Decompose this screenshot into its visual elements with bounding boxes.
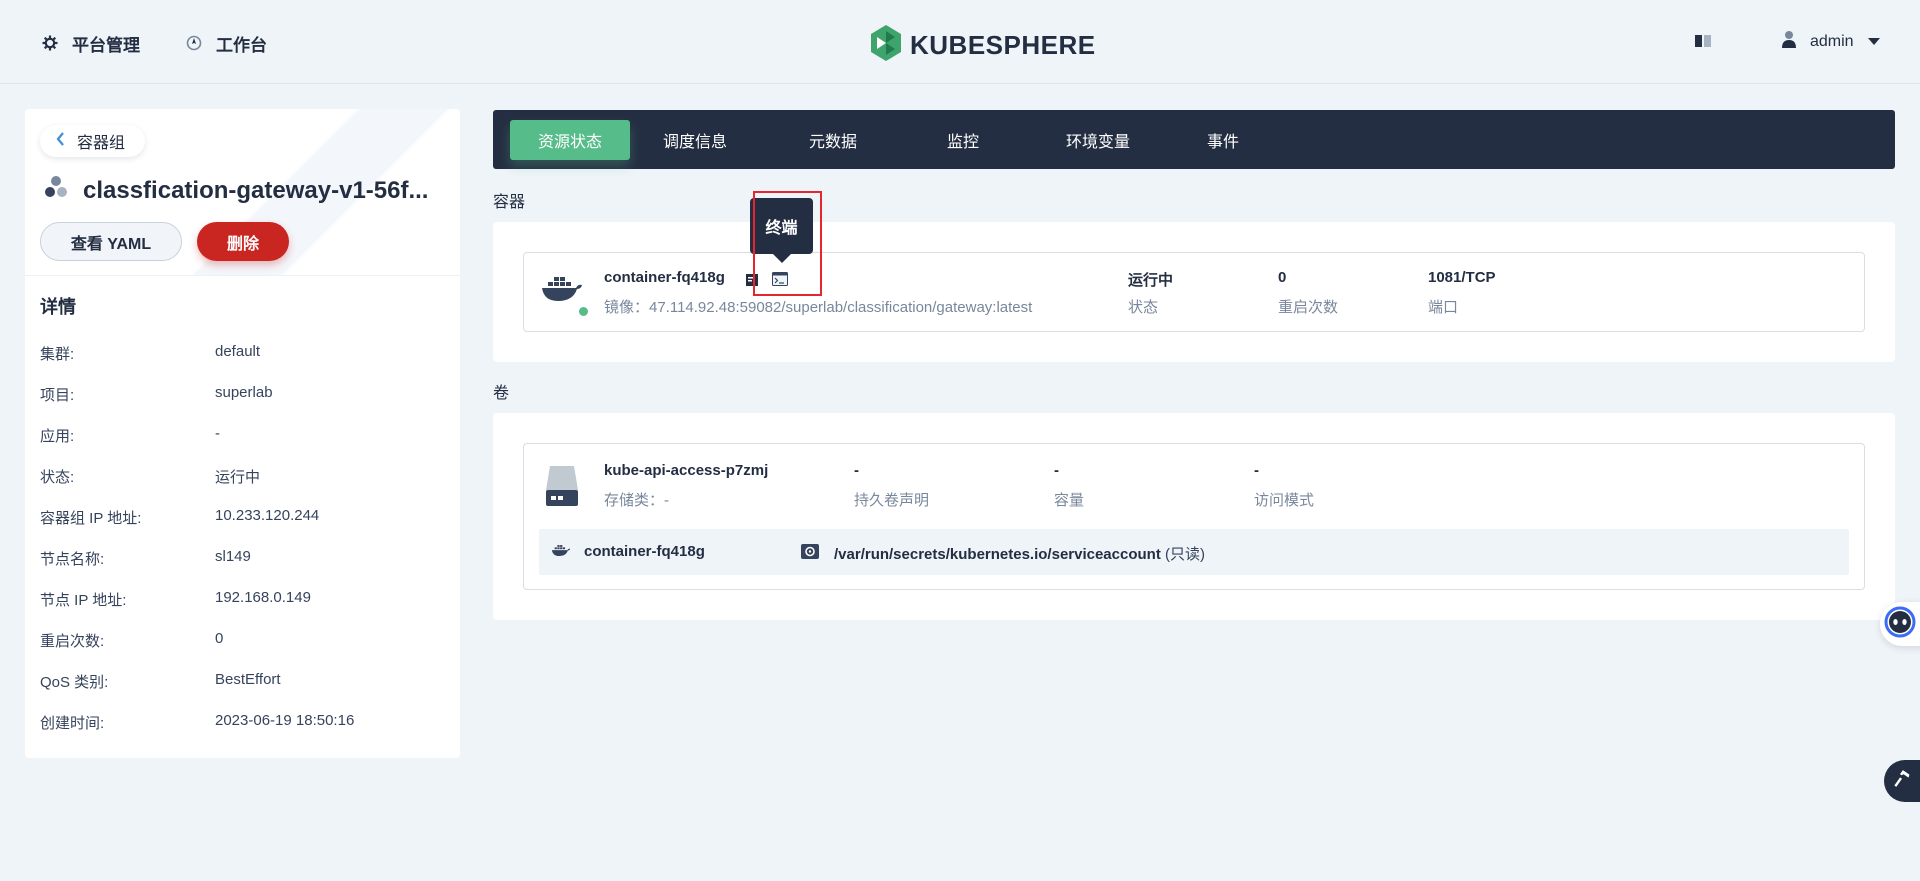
- container-port-label: 端口: [1428, 299, 1459, 316]
- containers-section-title: 容器: [493, 194, 526, 211]
- volume-name: kube-api-access-p7zmj: [604, 462, 769, 479]
- capacity-value: -: [1054, 462, 1059, 479]
- access-mode-value: -: [1254, 462, 1259, 479]
- kubesphere-logo[interactable]: KUBESPHERE: [870, 25, 1096, 65]
- container-item[interactable]: container-fq418g 镜像：47.114.92.48:59082/s…: [523, 252, 1865, 332]
- detail-value: -: [215, 425, 220, 442]
- gear-icon: [42, 35, 58, 51]
- robot-icon: [1884, 606, 1916, 642]
- detail-value: sl149: [215, 548, 251, 565]
- volume-storage-class: 存储类：-: [604, 492, 669, 509]
- detail-key: 节点 IP 地址:: [40, 592, 127, 609]
- detail-key: 项目:: [40, 387, 75, 404]
- detail-value: superlab: [215, 384, 273, 401]
- capacity-label: 容量: [1054, 492, 1085, 509]
- pod-header: 容器组 classfication-gateway-v1-56f... 查看 Y…: [25, 109, 460, 276]
- user-avatar-icon: [1782, 30, 1796, 53]
- top-bar: 平台管理 工作台 KUBESPHERE admin: [0, 0, 1920, 84]
- mount-mode: (只读): [1165, 546, 1205, 563]
- tab-events[interactable]: 事件: [1173, 120, 1273, 160]
- tab-monitoring[interactable]: 监控: [913, 120, 1013, 160]
- detail-key: 应用:: [40, 428, 75, 445]
- access-mode-label: 访问模式: [1254, 492, 1315, 509]
- detail-value: BestEffort: [215, 671, 281, 688]
- detail-key: 节点名称:: [40, 551, 105, 568]
- delete-button[interactable]: 删除: [197, 222, 289, 261]
- view-yaml-button[interactable]: 查看 YAML: [40, 222, 182, 261]
- volume-item: kube-api-access-p7zmj 存储类：- - 持久卷声明 - 容量…: [523, 443, 1865, 590]
- page-title: classfication-gateway-v1-56f...: [45, 175, 428, 206]
- back-label: 容器组: [77, 135, 126, 152]
- user-menu[interactable]: admin: [1782, 30, 1880, 53]
- highlight-box: [753, 191, 822, 296]
- mount-path: /var/run/secrets/kubernetes.io/serviceac…: [834, 546, 1161, 563]
- pod-detail-panel: 容器组 classfication-gateway-v1-56f... 查看 Y…: [25, 109, 460, 758]
- chevron-down-icon: [1867, 33, 1880, 51]
- volumes-section-title: 卷: [493, 385, 510, 402]
- mount-path-icon: [801, 544, 819, 563]
- workbench-nav[interactable]: 工作台: [186, 30, 267, 56]
- container-status-label: 状态: [1128, 299, 1159, 316]
- tab-scheduling[interactable]: 调度信息: [635, 120, 755, 160]
- detail-key: 集群:: [40, 346, 75, 363]
- detail-key: 容器组 IP 地址:: [40, 510, 142, 527]
- docker-icon: [551, 543, 571, 563]
- detail-value: 192.168.0.149: [215, 589, 311, 606]
- hammer-icon: [1894, 770, 1912, 792]
- detail-key: QoS 类别:: [40, 674, 109, 691]
- platform-management-nav[interactable]: 平台管理: [42, 30, 140, 56]
- tab-metadata[interactable]: 元数据: [773, 120, 893, 160]
- docs-icon[interactable]: [1694, 33, 1712, 53]
- back-to-pods-button[interactable]: 容器组: [40, 125, 146, 157]
- kubesphere-logo-icon: [870, 25, 902, 65]
- volumes-card: kube-api-access-p7zmj 存储类：- - 持久卷声明 - 容量…: [493, 413, 1895, 620]
- detail-key: 重启次数:: [40, 633, 105, 650]
- workbench-label: 工作台: [216, 35, 267, 55]
- container-port-value: 1081/TCP: [1428, 269, 1496, 286]
- detail-tabs: 资源状态 调度信息 元数据 监控 环境变量 事件: [493, 110, 1895, 169]
- detail-value: default: [215, 343, 261, 360]
- details-heading: 详情: [40, 297, 76, 317]
- container-image: 镜像：47.114.92.48:59082/superlab/classific…: [604, 299, 1033, 316]
- detail-value: 10.233.120.244: [215, 507, 320, 524]
- detail-value: 2023-06-19 18:50:16: [215, 712, 355, 729]
- containers-card: container-fq418g 镜像：47.114.92.48:59082/s…: [493, 222, 1895, 362]
- container-name[interactable]: container-fq418g: [604, 269, 725, 286]
- detail-value: 0: [215, 630, 224, 647]
- logo-text: KUBESPHERE: [910, 29, 1096, 60]
- tab-env-vars[interactable]: 环境变量: [1038, 120, 1158, 160]
- disk-icon: [546, 464, 578, 512]
- pod-icon: [45, 175, 67, 206]
- detail-key: 状态:: [40, 469, 75, 486]
- container-restarts-label: 重启次数: [1278, 299, 1339, 316]
- pod-name: classfication-gateway-v1-56f...: [83, 176, 429, 204]
- pvc-label: 持久卷声明: [854, 492, 930, 509]
- detail-key: 创建时间:: [40, 715, 105, 732]
- status-dot: [579, 307, 588, 316]
- platform-management-label: 平台管理: [72, 35, 140, 55]
- compass-icon: [186, 35, 202, 51]
- detail-value: 运行中: [215, 469, 261, 486]
- tab-resource-status[interactable]: 资源状态: [510, 120, 630, 160]
- mount-container-name: container-fq418g: [584, 543, 705, 560]
- volume-mount-row: container-fq418g /var/run/secrets/kubern…: [539, 529, 1849, 575]
- user-name: admin: [1810, 32, 1854, 50]
- container-restarts-value: 0: [1278, 269, 1287, 286]
- pvc-value: -: [854, 462, 859, 479]
- mount-path-wrap: /var/run/secrets/kubernetes.io/serviceac…: [834, 543, 1205, 564]
- toolbox-button[interactable]: [1884, 760, 1920, 802]
- chevron-left-icon: [56, 131, 65, 151]
- assistant-button[interactable]: [1880, 602, 1920, 646]
- container-status-value: 运行中: [1128, 272, 1174, 289]
- docker-icon: [540, 273, 584, 311]
